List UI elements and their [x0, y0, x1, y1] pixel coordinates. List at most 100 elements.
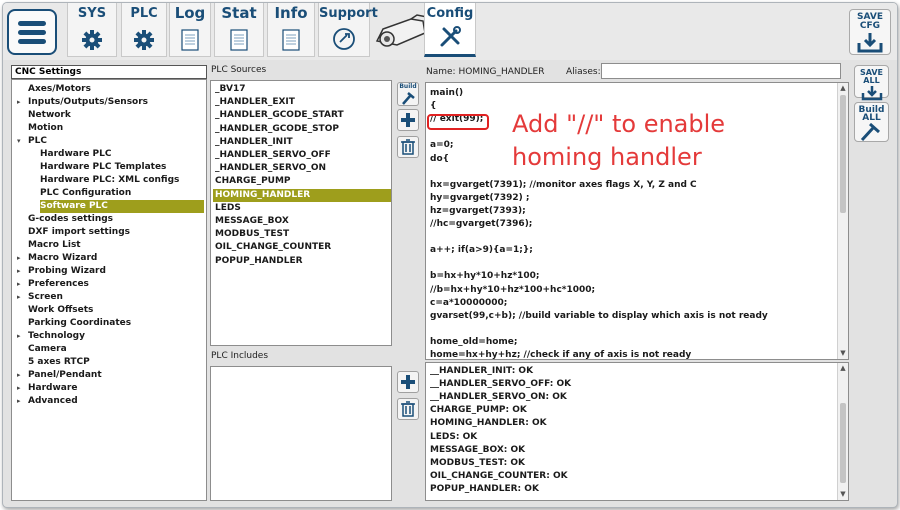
plc-source-item[interactable]: _HANDLER_SERVO_OFF: [213, 149, 331, 162]
plc-source-item[interactable]: _BV17: [213, 83, 246, 96]
tree-item[interactable]: ▸ Inputs/Outputs/Sensors: [17, 96, 148, 109]
code-line: home=hx+hy+hz; //check if any of axis is…: [430, 350, 692, 360]
output-line: __HANDLER_SERVO_OFF: OK: [430, 379, 572, 390]
tree-item[interactable]: ▾ PLC: [17, 135, 47, 148]
tree-item-label: Axes/Motors: [28, 84, 91, 94]
tree-item[interactable]: Hardware PLC: [40, 148, 112, 161]
tree-item[interactable]: Software PLC: [40, 200, 204, 213]
scroll-down-icon[interactable]: ▼: [838, 349, 848, 358]
tree-item[interactable]: G-codes settings: [28, 213, 113, 226]
plc-source-item[interactable]: MODBUS_TEST: [213, 228, 289, 241]
save-cfg-button[interactable]: SAVE CFG: [849, 9, 891, 55]
collapsed-arrow-icon[interactable]: ▸: [17, 395, 21, 408]
tree-item-label: Camera: [28, 344, 67, 354]
plc-source-item[interactable]: LEDS: [213, 202, 241, 215]
tree-item[interactable]: Work Offsets: [28, 304, 93, 317]
collapsed-arrow-icon[interactable]: ▸: [17, 278, 21, 291]
tree-item[interactable]: 5 axes RTCP: [28, 356, 90, 369]
tree-item[interactable]: Network: [28, 109, 71, 122]
collapsed-arrow-icon[interactable]: ▸: [17, 330, 21, 343]
code-editor-scrollbar[interactable]: ▲ ▼: [837, 83, 848, 359]
delete-source-button[interactable]: [397, 136, 419, 158]
plus-icon: [401, 113, 415, 127]
tab-log[interactable]: Log: [169, 3, 211, 57]
tree-item-label: Technology: [28, 331, 85, 341]
delete-include-button[interactable]: [397, 398, 419, 420]
add-source-button[interactable]: [397, 109, 419, 131]
collapsed-arrow-icon[interactable]: ▸: [17, 382, 21, 395]
code-line: //hc=gvarget(7396);: [430, 219, 533, 229]
plc-source-item[interactable]: HOMING_HANDLER: [213, 188, 391, 202]
plc-source-item[interactable]: _HANDLER_SERVO_ON: [213, 162, 326, 175]
tab-plc-label: PLC: [130, 6, 158, 21]
tree-item[interactable]: ▸ Preferences: [17, 278, 89, 291]
tree-item-label: Motion: [28, 123, 64, 133]
tab-config-label: Config: [426, 6, 474, 21]
build-button[interactable]: Build: [397, 82, 419, 106]
build-button-label: Build: [399, 83, 417, 90]
code-line: a=0;: [430, 140, 454, 151]
tree-item[interactable]: ▸ Panel/Pendant: [17, 369, 102, 382]
code-line: a++; if(a>9){a=1;};: [430, 245, 533, 256]
tab-config[interactable]: Config: [424, 3, 476, 57]
scroll-up-icon[interactable]: ▲: [838, 364, 848, 373]
plc-source-item[interactable]: _HANDLER_GCODE_STOP: [213, 123, 339, 136]
output-line: CHARGE_PUMP: OK: [430, 405, 527, 416]
code-line: hx=gvarget(7391); //monitor axes flags X…: [430, 179, 697, 190]
plc-sources-list: _BV17 _HANDLER_EXIT _HANDLER_GCODE_START _H…: [210, 80, 392, 346]
tree-item[interactable]: Macro List: [28, 239, 81, 252]
tree-item[interactable]: Parking Coordinates: [28, 317, 131, 330]
plc-source-item[interactable]: MESSAGE_BOX: [213, 215, 289, 228]
plc-source-item[interactable]: _HANDLER_EXIT: [213, 96, 295, 109]
aliases-input[interactable]: [601, 63, 841, 79]
scroll-down-icon[interactable]: ▼: [838, 490, 848, 499]
tab-info[interactable]: Info: [267, 3, 315, 57]
output-line: HOMING_HANDLER: OK: [430, 418, 547, 429]
tab-support[interactable]: Support: [318, 3, 378, 57]
plc-source-item[interactable]: _HANDLER_GCODE_START: [213, 109, 344, 122]
tree-item[interactable]: ▸ Probing Wizard: [17, 265, 106, 278]
add-include-button[interactable]: [397, 371, 419, 393]
gear-icon: [82, 30, 102, 50]
main-menu-button[interactable]: [7, 9, 57, 55]
build-all-button[interactable]: Build ALL: [854, 102, 889, 142]
tab-stat[interactable]: Stat: [214, 3, 264, 57]
tree-item[interactable]: PLC Configuration: [40, 187, 131, 200]
collapsed-arrow-icon[interactable]: ▸: [17, 291, 21, 304]
scroll-thumb[interactable]: [840, 95, 846, 213]
collapsed-arrow-icon[interactable]: ▸: [17, 96, 21, 109]
tree-item[interactable]: ▸ Hardware: [17, 382, 77, 395]
tree-item-label: G-codes settings: [28, 214, 114, 224]
tree-item[interactable]: ▸ Screen: [17, 291, 63, 304]
tree-item-label: Macro List: [28, 240, 81, 250]
tree-item-label: Panel/Pendant: [28, 370, 102, 380]
tree-item[interactable]: DXF import settings: [28, 226, 130, 239]
tree-item[interactable]: ▸ Technology: [17, 330, 85, 343]
expanded-arrow-icon[interactable]: ▾: [17, 135, 21, 148]
tree-item-label: Network: [28, 110, 71, 120]
plc-source-item[interactable]: POPUP_HANDLER: [213, 255, 303, 268]
hamburger-icon-bar: [18, 30, 46, 35]
app-window: SYS PLC Log Stat Info Support Config SAV…: [2, 2, 898, 508]
tree-item[interactable]: ▸ Macro Wizard: [17, 252, 97, 265]
tab-stat-label: Stat: [221, 4, 257, 22]
collapsed-arrow-icon[interactable]: ▸: [17, 369, 21, 382]
scroll-up-icon[interactable]: ▲: [838, 84, 848, 93]
save-all-button[interactable]: SAVE ALL: [854, 65, 889, 101]
collapsed-arrow-icon[interactable]: ▸: [17, 265, 21, 278]
output-scrollbar[interactable]: ▲ ▼: [837, 363, 848, 500]
collapsed-arrow-icon[interactable]: ▸: [17, 252, 21, 265]
plc-source-item[interactable]: _HANDLER_INIT: [213, 136, 293, 149]
output-line: __HANDLER_INIT: OK: [430, 366, 534, 376]
plc-source-item[interactable]: CHARGE_PUMP: [213, 175, 291, 188]
tree-item[interactable]: Camera: [28, 343, 67, 356]
tree-item[interactable]: ▸ Advanced: [17, 395, 78, 408]
tab-sys[interactable]: SYS: [67, 3, 117, 57]
tree-item[interactable]: Hardware PLC Templates: [40, 161, 166, 174]
tree-item[interactable]: Axes/Motors: [28, 83, 91, 96]
plc-source-item[interactable]: OIL_CHANGE_COUNTER: [213, 241, 331, 254]
tree-item[interactable]: Motion: [28, 122, 63, 135]
tree-item[interactable]: Hardware PLC: XML configs: [40, 174, 179, 187]
tab-plc[interactable]: PLC: [121, 3, 167, 57]
scroll-thumb[interactable]: [840, 403, 846, 483]
